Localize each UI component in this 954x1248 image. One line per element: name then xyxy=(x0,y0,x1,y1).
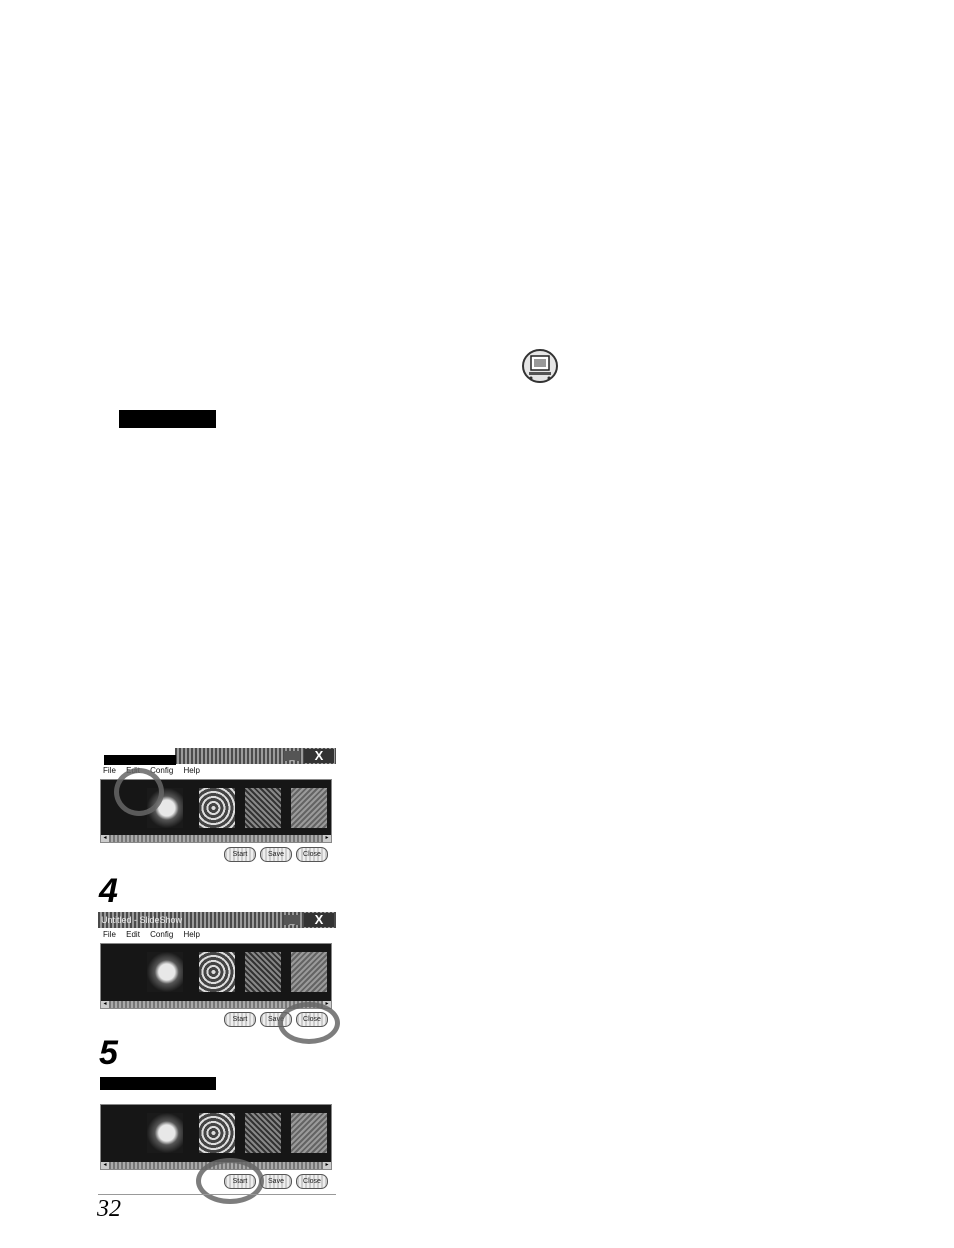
slide-thumbnail[interactable] xyxy=(291,1113,327,1153)
close-slideshow-button[interactable]: Close xyxy=(296,847,328,862)
start-button[interactable]: Start xyxy=(224,1012,256,1027)
arrow-right-icon[interactable]: ▸ xyxy=(323,1162,331,1169)
highlight-circle xyxy=(196,1158,264,1204)
slideshow-app-icon xyxy=(522,349,558,383)
horizontal-scrollbar[interactable]: ◂ ▸ xyxy=(101,835,331,842)
slide-thumbnail[interactable] xyxy=(199,788,235,828)
redacted-heading-bar xyxy=(119,410,216,428)
menu-config[interactable]: Config xyxy=(150,930,173,939)
screenshot-close-button: Untitled - SlideShow _ X File Edit Confi… xyxy=(98,912,340,1044)
highlight-circle xyxy=(114,768,164,816)
menu-bar: File Edit Config Help xyxy=(98,929,336,940)
slide-thumbnail[interactable] xyxy=(245,788,281,828)
start-button[interactable]: Start xyxy=(224,847,256,862)
page-number: 32 xyxy=(97,1196,121,1222)
window-title: Untitled - SlideShow xyxy=(101,915,183,925)
arrow-left-icon[interactable]: ◂ xyxy=(101,1162,109,1169)
redacted-title-bar xyxy=(104,755,176,765)
slide-thumbnail[interactable] xyxy=(291,788,327,828)
slide-thumbnail[interactable] xyxy=(245,952,281,992)
menu-file[interactable]: File xyxy=(103,766,116,775)
screenshot-border xyxy=(98,1194,336,1195)
close-button[interactable]: X xyxy=(304,913,334,927)
screenshot-start-button: ◂ ▸ Start Save Close xyxy=(98,1102,336,1204)
title-bar: _ X xyxy=(175,748,336,764)
menu-help[interactable]: Help xyxy=(184,930,200,939)
step-number-4: 4 xyxy=(99,872,118,910)
slide-thumbnail[interactable] xyxy=(147,952,183,992)
minimize-button[interactable]: _ xyxy=(284,751,300,761)
slide-thumbnail[interactable] xyxy=(147,1113,183,1153)
arrow-right-icon[interactable]: ▸ xyxy=(323,835,331,842)
close-slideshow-button[interactable]: Close xyxy=(296,1174,328,1189)
highlight-circle xyxy=(278,1002,340,1044)
arrow-left-icon[interactable]: ◂ xyxy=(101,835,109,842)
slide-thumbnail[interactable] xyxy=(199,952,235,992)
arrow-left-icon[interactable]: ◂ xyxy=(101,1001,109,1008)
redacted-heading-bar xyxy=(100,1077,216,1090)
minimize-button[interactable]: _ xyxy=(284,915,300,925)
title-bar: Untitled - SlideShow _ X xyxy=(98,912,336,928)
action-buttons: Start Save Close xyxy=(224,847,328,862)
screenshot-menu-edit: _ X File Edit Config Help ◂ ▸ Start Save… xyxy=(98,748,336,862)
menu-file[interactable]: File xyxy=(103,930,116,939)
slide-thumbnail[interactable] xyxy=(291,952,327,992)
slide-thumbnail[interactable] xyxy=(245,1113,281,1153)
step-number-5: 5 xyxy=(99,1034,118,1072)
slide-thumbnail[interactable] xyxy=(199,1113,235,1153)
close-button[interactable]: X xyxy=(304,749,334,763)
save-button[interactable]: Save xyxy=(260,1174,292,1189)
menu-edit[interactable]: Edit xyxy=(126,930,140,939)
save-button[interactable]: Save xyxy=(260,847,292,862)
slide-strip: ◂ ▸ xyxy=(100,943,332,1009)
menu-help[interactable]: Help xyxy=(184,766,200,775)
